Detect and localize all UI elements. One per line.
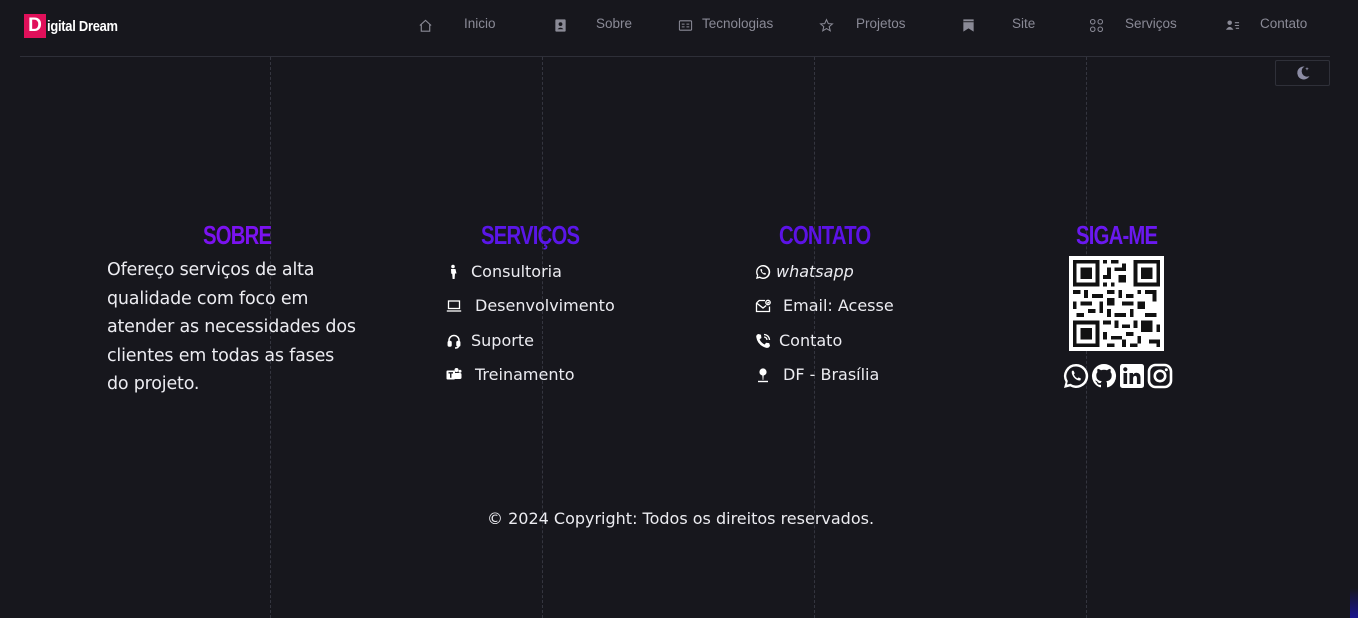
user-list-icon: [1225, 19, 1240, 30]
moon-stars-icon: [1296, 66, 1309, 80]
nav-contato[interactable]: Contato: [1225, 14, 1307, 36]
brand-logo[interactable]: D igital Dream: [24, 14, 129, 38]
whatsapp-icon[interactable]: [1062, 362, 1090, 390]
copyright-text: © 2024 Copyright: Todos os direitos rese…: [487, 509, 875, 528]
nav-servicos[interactable]: Serviços: [1089, 14, 1177, 36]
header-divider: [20, 56, 1330, 57]
nav-sobre[interactable]: Sobre: [553, 14, 632, 36]
contato-localizacao[interactable]: DF - Brasília: [755, 365, 879, 384]
id-card-icon: [678, 19, 693, 31]
nav-label: Site: [1012, 16, 1036, 31]
contato-label: DF - Brasília: [783, 365, 880, 384]
phone-icon: [756, 333, 771, 348]
servico-label: Desenvolvimento: [475, 296, 615, 315]
corner-accent: [1350, 588, 1358, 618]
qr-code-image: [1069, 256, 1164, 351]
nav-label: Inicio: [464, 16, 496, 31]
footer-contato-title: CONTATO: [779, 220, 871, 250]
servico-label: Consultoria: [471, 262, 562, 281]
whatsapp-icon: [756, 264, 771, 279]
servico-desenvolvimento[interactable]: Desenvolvimento: [446, 296, 615, 315]
logo-letter: D: [24, 14, 46, 38]
nav-label: Tecnologias: [702, 16, 774, 31]
servico-label: Treinamento: [475, 365, 575, 384]
star-icon: [819, 17, 834, 32]
bookmark-icon: [963, 18, 974, 32]
footer-siga-title: SIGA-ME: [1076, 220, 1158, 250]
contato-label: Contato: [779, 331, 843, 350]
nav-label: Contato: [1260, 16, 1308, 31]
grid-icon: [1089, 18, 1104, 32]
nav-tecnologias[interactable]: Tecnologias: [678, 14, 773, 36]
github-icon[interactable]: [1090, 362, 1118, 390]
contato-email[interactable]: Email: Acesse: [755, 296, 894, 315]
social-links: [1062, 362, 1174, 390]
nav-projetos[interactable]: Projetos: [819, 14, 906, 36]
contato-telefone[interactable]: Contato: [755, 331, 842, 350]
contato-label: whatsapp: [776, 262, 854, 281]
servico-treinamento[interactable]: Treinamento: [446, 365, 575, 384]
instagram-icon[interactable]: [1146, 362, 1174, 390]
nav-label: Sobre: [596, 16, 633, 31]
home-icon: [419, 19, 432, 32]
nav-site[interactable]: Site: [961, 14, 1035, 36]
top-navbar: D igital Dream Inicio Sobre Tecnologias …: [0, 0, 1358, 50]
theme-toggle-button[interactable]: [1275, 60, 1330, 86]
map-pin-icon: [758, 367, 768, 382]
footer-servicos-title: SERVIÇOS: [481, 220, 580, 250]
nav-label: Serviços: [1125, 16, 1177, 31]
logo-text: igital Dream: [47, 17, 118, 35]
headset-icon: [447, 334, 461, 349]
linkedin-icon[interactable]: [1118, 362, 1146, 390]
servico-suporte[interactable]: Suporte: [446, 331, 534, 350]
page: D igital Dream Inicio Sobre Tecnologias …: [0, 0, 1358, 618]
footer-sobre-title: SOBRE: [203, 220, 272, 250]
footer-sobre-text: Ofereço serviços de alta qualidade com f…: [107, 260, 356, 394]
contact-book-icon: [555, 18, 566, 32]
guide-line: [542, 57, 543, 618]
contato-label: Email: Acesse: [783, 296, 894, 315]
servico-consultoria[interactable]: Consultoria: [446, 262, 562, 281]
servico-label: Suporte: [471, 331, 534, 350]
nav-label: Projetos: [856, 16, 906, 31]
qr-code[interactable]: [1069, 256, 1164, 351]
teams-icon: [446, 367, 462, 379]
nav-inicio[interactable]: Inicio: [418, 14, 496, 36]
envelope-icon: [755, 299, 771, 312]
person-icon: [451, 264, 457, 279]
laptop-icon: [446, 299, 462, 312]
contato-whatsapp[interactable]: whatsapp: [755, 262, 854, 281]
